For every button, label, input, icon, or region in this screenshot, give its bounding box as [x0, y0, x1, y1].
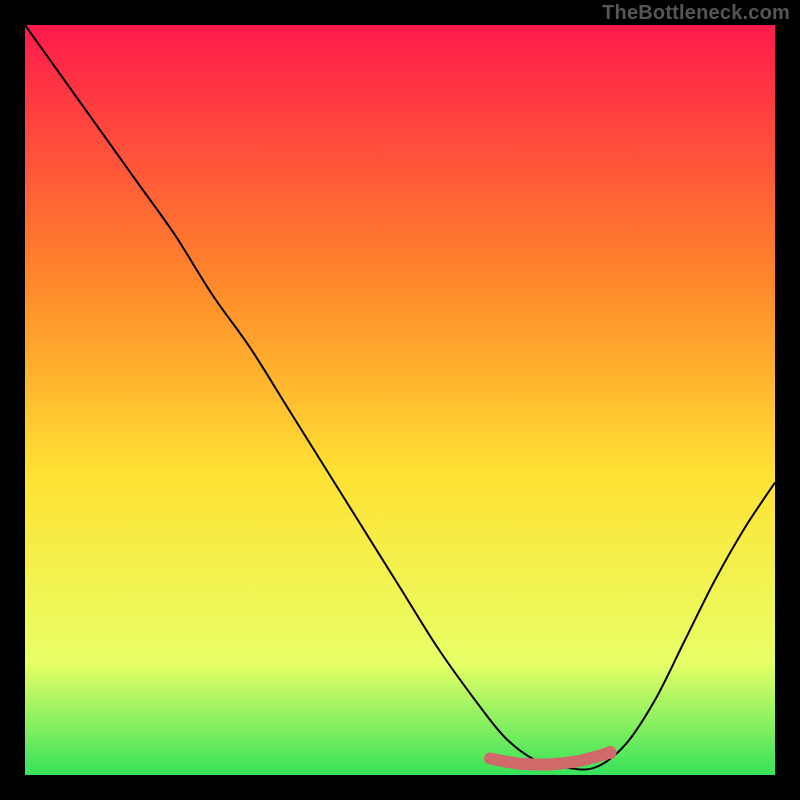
gradient-bg	[25, 25, 775, 775]
chart-svg	[25, 25, 775, 775]
optimal-marker-end-dot	[603, 746, 616, 759]
watermark-text: TheBottleneck.com	[602, 2, 790, 25]
plot-area	[25, 25, 775, 775]
chart-frame: TheBottleneck.com	[0, 0, 800, 800]
